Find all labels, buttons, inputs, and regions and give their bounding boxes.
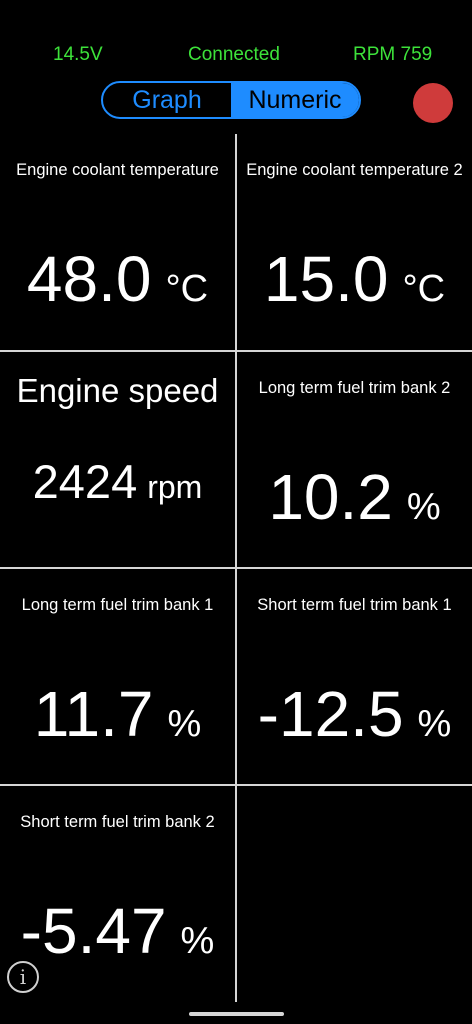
gauge-unit: °C — [402, 268, 446, 310]
gauge-long-term-fuel-trim-bank-1[interactable]: Long term fuel trim bank 1 11.7% — [0, 569, 235, 785]
gauge-label: Short term fuel trim bank 1 — [257, 596, 452, 614]
record-button[interactable] — [413, 83, 453, 123]
gauge-number: -5.47 — [20, 895, 167, 967]
gauge-number: 2424 — [32, 455, 138, 508]
gauge-unit: rpm — [147, 469, 203, 505]
gauge-engine-coolant-temperature[interactable]: Engine coolant temperature 48.0 °C — [0, 134, 235, 350]
gauge-label: Long term fuel trim bank 2 — [258, 379, 451, 397]
gauge-label: Long term fuel trim bank 1 — [21, 596, 214, 614]
graph-tab[interactable]: Graph — [103, 83, 231, 117]
gauge-number: 11.7 — [33, 678, 154, 750]
rpm-readout: RPM 759 — [353, 44, 433, 65]
info-icon[interactable]: i — [7, 961, 39, 993]
gauge-value: 2424 rpm — [0, 454, 235, 509]
gauge-short-term-fuel-trim-bank-1[interactable]: Short term fuel trim bank 1 -12.5% — [237, 569, 472, 785]
gauge-unit: °C — [165, 268, 209, 310]
gauge-unit: % — [417, 703, 452, 745]
gauge-long-term-fuel-trim-bank-2[interactable]: Long term fuel trim bank 2 10.2% — [237, 352, 472, 568]
gauge-number: 48.0 — [26, 243, 152, 315]
gauge-number: 10.2 — [268, 461, 393, 533]
gauge-value: 11.7% — [0, 677, 235, 751]
gauge-label: Short term fuel trim bank 2 — [20, 813, 215, 831]
gauge-unit: % — [167, 703, 202, 745]
gauge-unit: % — [406, 486, 441, 528]
home-indicator[interactable] — [189, 1012, 284, 1016]
gauge-engine-coolant-temperature-2[interactable]: Engine coolant temperature 2 15.0 °C — [237, 134, 472, 350]
gauge-value: -12.5% — [237, 677, 472, 751]
gauge-value: 15.0 °C — [237, 242, 472, 316]
gauge-engine-speed[interactable]: Engine speed 2424 rpm — [0, 352, 235, 568]
gauge-number: -12.5 — [257, 678, 404, 750]
gauge-number: 15.0 — [263, 243, 389, 315]
battery-voltage: 14.5V — [53, 44, 103, 65]
numeric-tab[interactable]: Numeric — [231, 83, 359, 117]
gauge-value: 48.0 °C — [0, 242, 235, 316]
gauge-label: Engine speed — [16, 372, 219, 409]
gauge-label: Engine coolant temperature — [16, 161, 219, 179]
view-toggle: Graph Numeric — [101, 81, 361, 119]
gauge-label: Engine coolant temperature 2 — [246, 161, 463, 179]
connection-status: Connected — [188, 44, 280, 65]
gauge-value: 10.2% — [237, 460, 472, 534]
gauge-value: -5.47% — [0, 894, 235, 968]
gauge-unit: % — [180, 920, 215, 962]
